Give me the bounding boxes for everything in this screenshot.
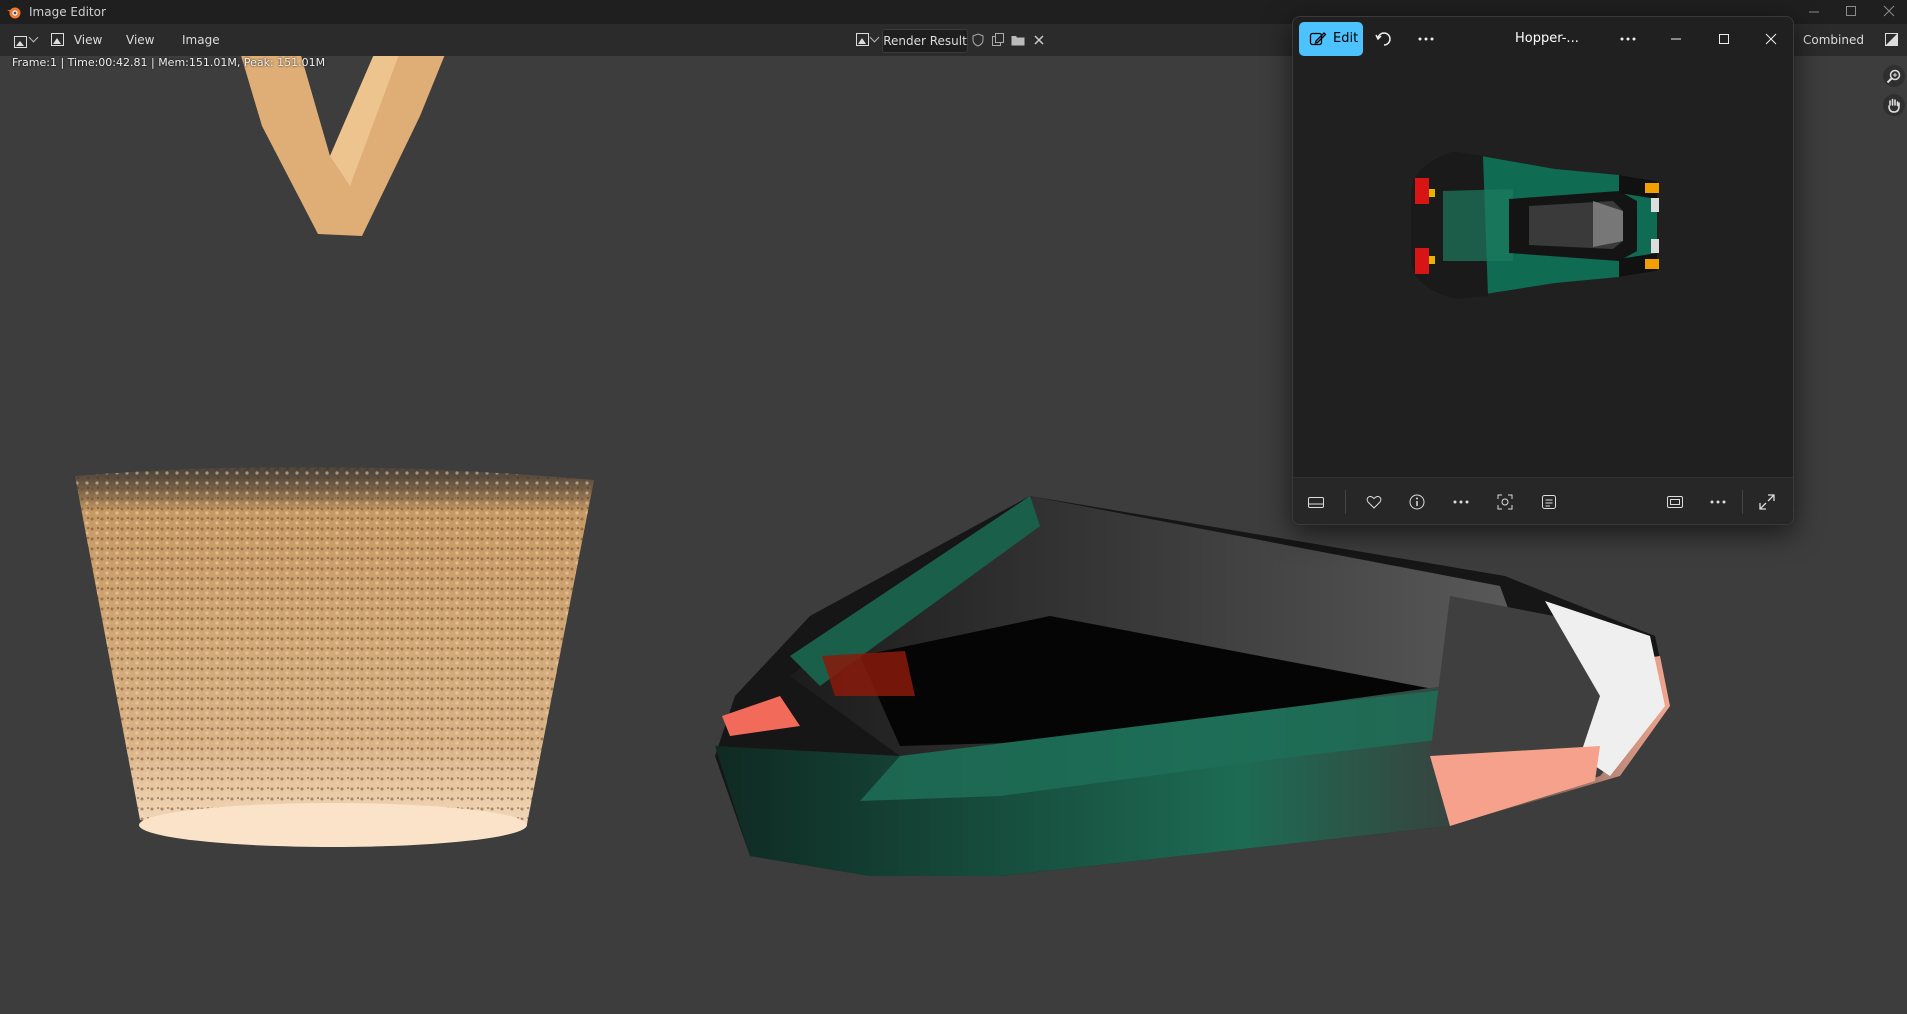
heart-icon	[1366, 496, 1382, 509]
edit-icon	[1309, 32, 1327, 46]
display-channels-dropdown[interactable]	[1880, 29, 1907, 51]
view-mode-dropdown[interactable]: View	[47, 29, 114, 65]
maximize-window-button[interactable]	[1834, 0, 1868, 24]
bottom-more-button[interactable]	[1449, 490, 1473, 514]
rotate-button[interactable]	[1369, 24, 1399, 54]
edit-button[interactable]: Edit	[1299, 22, 1363, 56]
menu-view[interactable]: View	[120, 29, 160, 51]
maximize-icon	[1719, 34, 1729, 44]
more-icon	[1710, 500, 1726, 504]
filmstrip-button[interactable]	[1304, 490, 1328, 514]
duplicate-icon	[992, 33, 1004, 46]
more-icon	[1418, 37, 1434, 41]
folder-icon	[1011, 36, 1025, 46]
channels-icon	[1885, 33, 1898, 46]
close-icon	[1765, 33, 1777, 45]
divider	[1742, 490, 1743, 514]
view-more-button[interactable]	[1706, 490, 1730, 514]
render-pass-dropdown[interactable]: Combined	[1798, 29, 1872, 65]
pan-tool-button[interactable]	[1883, 94, 1905, 116]
blender-logo-icon	[7, 7, 21, 19]
expand-button[interactable]	[1755, 490, 1779, 514]
rotate-icon	[1375, 32, 1391, 46]
edit-label: Edit	[1333, 31, 1359, 46]
app-title: Image Editor	[29, 5, 106, 19]
minimize-window-button[interactable]	[1797, 0, 1831, 24]
unlink-image-button[interactable]	[1030, 29, 1048, 51]
maximize-icon	[1846, 6, 1856, 16]
image-browse-icon	[856, 32, 869, 46]
render-pass-label: Combined	[1803, 33, 1864, 47]
render-stats-text: Frame:1 | Time:00:42.81 | Mem:151.01M, P…	[12, 56, 326, 69]
fit-to-window-button[interactable]	[1663, 490, 1687, 514]
photos-minimize-button[interactable]	[1661, 24, 1691, 54]
hand-icon	[1888, 98, 1900, 113]
image-view-icon	[51, 32, 64, 46]
image-editor-icon	[14, 36, 27, 48]
text-scan-button[interactable]	[1537, 490, 1561, 514]
minimize-icon	[1671, 38, 1681, 40]
fit-screen-icon	[1667, 496, 1683, 508]
photos-toolbar: Edit Hopper-...	[1293, 17, 1793, 61]
minimize-icon	[1809, 11, 1819, 13]
close-icon	[1883, 5, 1895, 17]
divider	[1345, 490, 1346, 514]
photos-viewer-window[interactable]: Edit Hopper-...	[1292, 16, 1794, 525]
photos-maximize-button[interactable]	[1709, 24, 1739, 54]
file-info-button[interactable]	[1405, 490, 1429, 514]
open-image-button[interactable]	[1009, 29, 1027, 51]
fake-user-button[interactable]	[969, 29, 987, 51]
photos-bottom-bar	[1293, 477, 1793, 524]
new-image-button[interactable]	[989, 29, 1007, 51]
photo-canvas[interactable]	[1293, 61, 1793, 491]
favorite-button[interactable]	[1362, 490, 1386, 514]
close-window-button[interactable]	[1872, 0, 1906, 24]
menu-image[interactable]: Image	[176, 29, 226, 51]
browse-image-dropdown[interactable]	[853, 29, 881, 51]
more-actions-button[interactable]	[1411, 24, 1441, 54]
expand-icon	[1759, 494, 1775, 510]
info-icon	[1409, 494, 1425, 510]
more-icon	[1453, 500, 1469, 504]
title-more-button[interactable]	[1613, 24, 1643, 54]
view-mode-label: View	[73, 33, 103, 47]
scan-text-icon	[1542, 495, 1556, 509]
photo-file-title: Hopper-...	[1515, 31, 1579, 46]
zoom-tool-button[interactable]	[1883, 65, 1905, 87]
x-icon	[1034, 35, 1044, 45]
visual-search-icon	[1497, 494, 1513, 510]
zoom-icon	[1886, 69, 1901, 84]
filmstrip-icon	[1308, 497, 1324, 508]
photos-close-button[interactable]	[1756, 24, 1786, 54]
visual-search-button[interactable]	[1493, 490, 1517, 514]
editor-type-selector[interactable]	[10, 29, 40, 51]
image-name-field[interactable]: Render Result	[882, 29, 968, 53]
shield-icon	[972, 33, 984, 47]
photo-preview-image	[1410, 151, 1659, 299]
more-icon	[1620, 37, 1636, 41]
